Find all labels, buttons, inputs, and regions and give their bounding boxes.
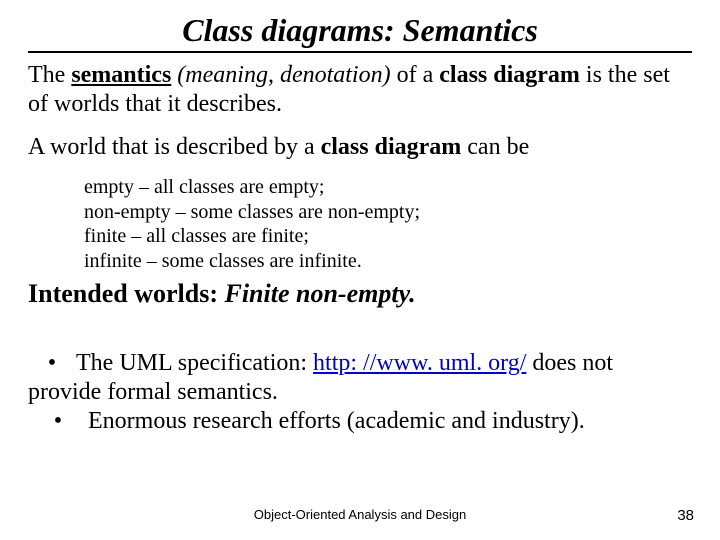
bullet-dot: • — [28, 407, 88, 436]
slide-title: Class diagrams: Semantics — [28, 12, 692, 49]
text: The UML specification: — [76, 350, 313, 376]
page-number: 38 — [677, 507, 694, 524]
title-divider — [28, 51, 692, 53]
bullet-item: •Enormous research efforts (academic and… — [28, 407, 692, 436]
uml-link[interactable]: http: //www. uml. org/ — [313, 350, 526, 376]
intended-value: Finite non-empty. — [224, 279, 415, 308]
text: Enormous research efforts (academic and … — [88, 408, 585, 434]
world-list: empty – all classes are empty; non-empty… — [84, 175, 692, 273]
text: The — [28, 62, 71, 88]
intended-label: Intended worlds: — [28, 279, 224, 308]
text: A world that is described by a — [28, 134, 321, 160]
list-item: empty – all classes are empty; — [84, 175, 692, 199]
list-item: finite – all classes are finite; — [84, 224, 692, 248]
intended-worlds: Intended worlds: Finite non-empty. — [28, 279, 692, 309]
paragraph-semantics: The semantics (meaning, denotation) of a… — [28, 61, 692, 119]
text: of a — [391, 62, 440, 88]
text: can be — [461, 134, 529, 160]
bullet-list: •The UML specification: http: //www. uml… — [28, 349, 692, 437]
bullet-item: •The UML specification: http: //www. uml… — [28, 349, 692, 408]
list-item: infinite – some classes are infinite. — [84, 249, 692, 273]
slide: Class diagrams: Semantics The semantics … — [0, 0, 720, 540]
bullet-dot: • — [28, 349, 76, 378]
footer-text: Object-Oriented Analysis and Design — [0, 507, 720, 522]
term-class-diagram: class diagram — [439, 62, 580, 88]
term-semantics: semantics — [71, 62, 171, 88]
term-class-diagram: class diagram — [321, 134, 462, 160]
paragraph-world: A world that is described by a class dia… — [28, 133, 692, 162]
paren-meaning: (meaning, denotation) — [171, 62, 390, 88]
list-item: non-empty – some classes are non-empty; — [84, 200, 692, 224]
